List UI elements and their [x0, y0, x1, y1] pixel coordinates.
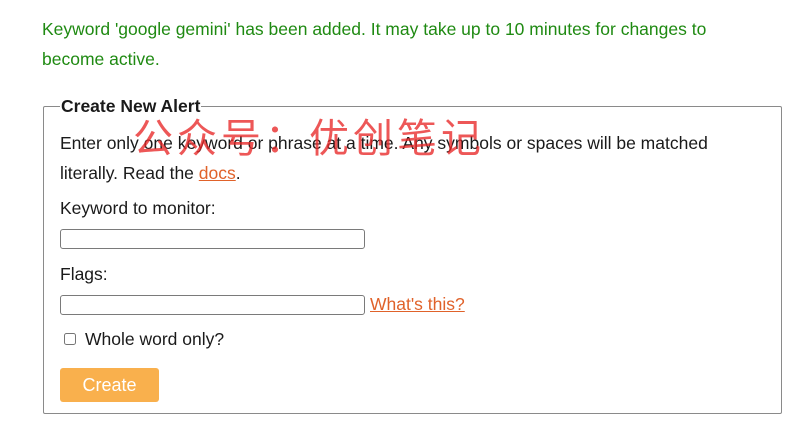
keyword-label: Keyword to monitor:	[60, 198, 216, 218]
keyword-input[interactable]	[60, 229, 365, 249]
form-legend: Create New Alert	[61, 96, 201, 116]
flags-label: Flags:	[60, 264, 108, 284]
docs-link[interactable]: docs	[199, 163, 236, 183]
flags-input[interactable]	[60, 295, 365, 315]
form-instructions: Enter only one keyword or phrase at a ti…	[60, 128, 770, 188]
whats-this-link[interactable]: What's this?	[370, 292, 465, 316]
whole-word-row: Whole word only?	[64, 327, 224, 351]
instructions-text: Enter only one keyword or phrase at a ti…	[60, 133, 708, 183]
create-button[interactable]: Create	[60, 368, 159, 402]
whole-word-label[interactable]: Whole word only?	[85, 327, 224, 351]
success-message: Keyword 'google gemini' has been added. …	[42, 19, 707, 69]
whole-word-checkbox[interactable]	[64, 333, 76, 345]
instructions-period: .	[235, 163, 241, 183]
